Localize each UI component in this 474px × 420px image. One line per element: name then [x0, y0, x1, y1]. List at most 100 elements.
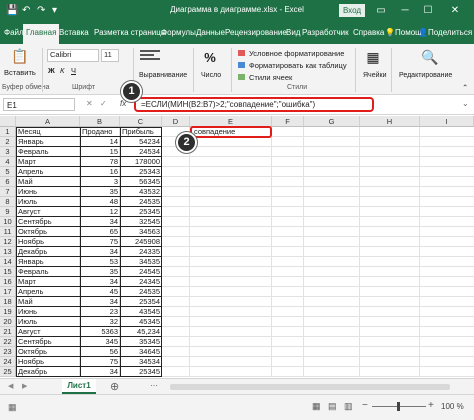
row-header[interactable]: 5	[0, 167, 16, 177]
row-header[interactable]: 4	[0, 157, 16, 167]
formula-input[interactable]: =ЕСЛИ(МИН(B2:B7)>2;"совпадение";"ошибка"…	[134, 97, 374, 112]
row-header[interactable]: 12	[0, 237, 16, 247]
enter-icon[interactable]: ✓	[100, 99, 107, 108]
prev-sheet-icon[interactable]: ◀	[8, 382, 13, 390]
tab-page-layout[interactable]: Разметка страницы	[94, 26, 167, 40]
cancel-icon[interactable]: ✕	[86, 99, 93, 108]
table-border	[161, 127, 162, 377]
font-size-select[interactable]: 11	[101, 49, 119, 62]
row-header[interactable]: 15	[0, 267, 16, 277]
lightbulb-icon[interactable]: 💡	[385, 26, 395, 40]
row-header[interactable]: 1	[0, 127, 16, 137]
row-header[interactable]: 22	[0, 337, 16, 347]
tab-home[interactable]: Главная	[23, 24, 60, 44]
row-header[interactable]: 6	[0, 177, 16, 187]
row-header[interactable]: 14	[0, 257, 16, 267]
conditional-formatting-button[interactable]: Условное форматирование	[249, 49, 344, 58]
normal-view-icon[interactable]: ▦	[312, 401, 321, 412]
zoom-level[interactable]: 100 %	[441, 402, 464, 411]
underline-button[interactable]: Ч	[71, 66, 76, 75]
zoom-in-button[interactable]: +	[428, 400, 434, 411]
ribbon-display-icon[interactable]: ▭	[374, 4, 388, 18]
cells-icon[interactable]: ▦	[361, 49, 385, 66]
cell-styles-button[interactable]: Стили ячеек	[249, 73, 292, 82]
format-as-table-button[interactable]: Форматировать как таблицу	[249, 61, 347, 70]
zoom-out-button[interactable]: −	[362, 400, 368, 411]
sheet-tab-list1[interactable]: Лист1	[62, 379, 96, 394]
column-header-a[interactable]: A	[16, 116, 80, 127]
tab-file[interactable]: Файл	[4, 26, 24, 40]
collapse-ribbon-icon[interactable]: ⌃	[462, 83, 468, 92]
row-header[interactable]: 23	[0, 347, 16, 357]
paste-icon[interactable]: 📋	[8, 48, 32, 65]
minimize-icon[interactable]: ─	[398, 4, 412, 18]
tab-review[interactable]: Рецензирование	[225, 26, 287, 40]
paste-button-label[interactable]: Вставить	[4, 68, 36, 77]
tab-data[interactable]: Данные	[196, 26, 225, 40]
cells-button-label[interactable]: Ячейки	[363, 72, 386, 79]
login-button[interactable]: Вход	[339, 4, 365, 17]
row-header[interactable]: 9	[0, 207, 16, 217]
table-border	[16, 216, 162, 217]
column-header-b[interactable]: B	[80, 116, 120, 127]
row-header[interactable]: 18	[0, 297, 16, 307]
grid-rows: 1 Месяц Продано Прибыль совпадение 2 Январь 14 5…	[0, 127, 474, 378]
row-header[interactable]: 21	[0, 327, 16, 337]
ribbon-separator	[391, 48, 392, 92]
row-header[interactable]: 10	[0, 217, 16, 227]
editing-button-label[interactable]: Редактирование	[399, 72, 452, 79]
page-break-view-icon[interactable]: ▥	[344, 401, 353, 412]
row-header[interactable]: 17	[0, 287, 16, 297]
zoom-slider-thumb[interactable]	[397, 402, 400, 411]
alignment-icon[interactable]	[140, 50, 160, 64]
tab-formulas[interactable]: Формулы	[161, 26, 196, 40]
column-header-c[interactable]: C	[120, 116, 162, 127]
add-sheet-icon[interactable]: ⊕	[110, 380, 119, 393]
number-button-label[interactable]: Число	[201, 72, 221, 79]
tab-help[interactable]: Справка	[353, 26, 384, 40]
column-header-i[interactable]: I	[420, 116, 474, 127]
row-header[interactable]: 2	[0, 137, 16, 147]
font-name-select[interactable]: Calibri	[47, 49, 99, 62]
share-button[interactable]: Поделиться	[428, 26, 472, 40]
editing-icon[interactable]: 🔍	[418, 49, 442, 66]
column-header-h[interactable]: H	[360, 116, 420, 127]
close-icon[interactable]: ✕	[448, 4, 462, 18]
bold-button[interactable]: Ж	[48, 66, 55, 75]
maximize-icon[interactable]: ☐	[421, 4, 435, 18]
select-all-corner[interactable]	[0, 116, 16, 127]
percent-icon[interactable]: %	[198, 50, 222, 65]
more-sheets-icon[interactable]: ⋯	[150, 381, 158, 390]
tab-developer[interactable]: Разработчик	[302, 26, 349, 40]
row-header[interactable]: 3	[0, 147, 16, 157]
column-header-g[interactable]: G	[304, 116, 360, 127]
row-header[interactable]: 8	[0, 197, 16, 207]
tab-insert[interactable]: Вставка	[59, 26, 89, 40]
row-header[interactable]: 24	[0, 357, 16, 367]
table-border	[16, 176, 162, 177]
spreadsheet-grid[interactable]: A B C D E F G H I 1 Месяц Продано Прибыль со…	[0, 116, 474, 378]
selected-cell-e1[interactable]	[190, 126, 272, 138]
table-border	[16, 266, 162, 267]
row-header[interactable]: 19	[0, 307, 16, 317]
ribbon-separator	[193, 48, 194, 92]
macro-record-icon[interactable]: ▦	[8, 402, 17, 413]
row-header[interactable]: 13	[0, 247, 16, 257]
horizontal-scrollbar[interactable]	[170, 384, 450, 390]
row-header[interactable]: 7	[0, 187, 16, 197]
row-header[interactable]: 25	[0, 367, 16, 377]
page-layout-view-icon[interactable]: ▤	[328, 401, 337, 412]
column-header-d[interactable]: D	[162, 116, 190, 127]
row-header[interactable]: 16	[0, 277, 16, 287]
row-header[interactable]: 11	[0, 227, 16, 237]
column-header-f[interactable]: F	[272, 116, 304, 127]
table-border	[16, 376, 162, 377]
share-icon[interactable]: 👤	[418, 26, 428, 40]
tab-view[interactable]: Вид	[286, 26, 300, 40]
row-header[interactable]: 20	[0, 317, 16, 327]
italic-button[interactable]: К	[60, 66, 64, 75]
alignment-button-label[interactable]: Выравнивание	[139, 72, 187, 79]
next-sheet-icon[interactable]: ▶	[22, 382, 27, 390]
expand-formula-bar-icon[interactable]: ⌄	[462, 99, 469, 108]
name-box[interactable]: E1	[3, 98, 75, 111]
